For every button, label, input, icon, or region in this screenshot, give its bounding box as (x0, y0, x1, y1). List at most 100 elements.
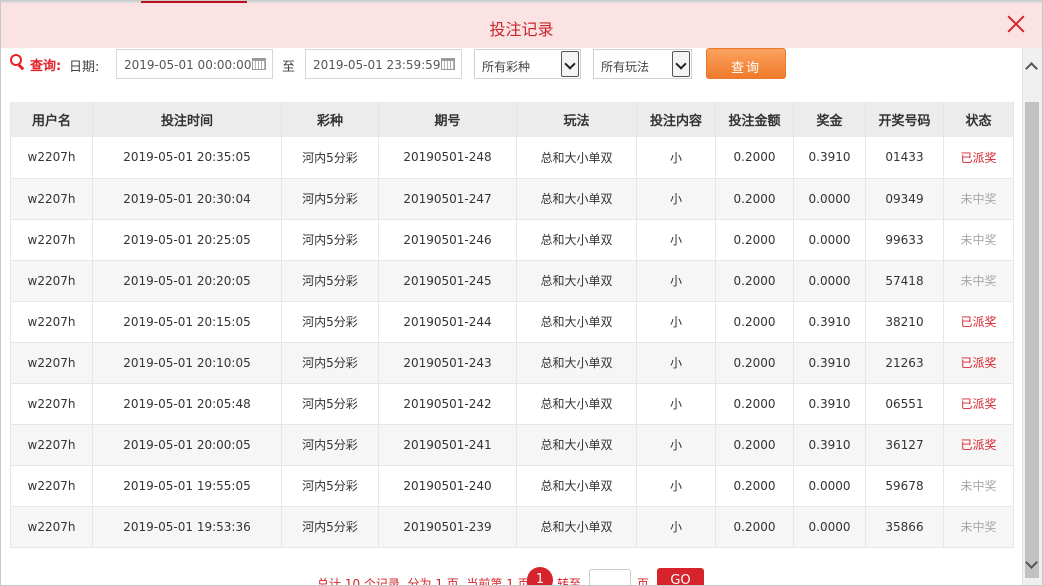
table-cell: 河内5分彩 (281, 465, 379, 507)
table-cell: 0.2000 (715, 260, 794, 302)
table-cell: w2207h (10, 424, 93, 466)
table-cell: 20190501-242 (378, 383, 517, 425)
table-cell: 20190501-241 (378, 424, 517, 466)
table-cell: 河内5分彩 (281, 301, 379, 343)
table-cell: 小 (636, 301, 716, 343)
status-cell: 未中奖 (943, 219, 1014, 261)
table-cell: 2019-05-01 20:05:48 (92, 383, 282, 425)
table-cell: 总和大小单双 (516, 424, 637, 466)
table-cell: w2207h (10, 260, 93, 302)
to-label: 至 (282, 60, 296, 75)
table-row: w2207h 2019-05-01 20:30:04 河内5分彩 20190501-2… (10, 178, 1014, 220)
close-icon[interactable] (1004, 12, 1028, 36)
table-cell: 总和大小单双 (516, 178, 637, 220)
bet-records-modal: 投注记录 查询: 日期: 2019-05-01 00:00:00 至 2019-… (0, 0, 1043, 586)
end-date-input[interactable]: 2019-05-01 23:59:59 (305, 49, 462, 79)
table-cell: 河内5分彩 (281, 424, 379, 466)
table-cell: 0.2000 (715, 301, 794, 343)
status-cell: 未中奖 (943, 260, 1014, 302)
table-cell: 河内5分彩 (281, 260, 379, 302)
date-label: 日期: (69, 60, 100, 75)
calendar-icon[interactable] (441, 58, 455, 70)
table-cell: 0.0000 (793, 506, 866, 548)
table-cell: w2207h (10, 383, 93, 425)
play-type-value: 所有玩法 (601, 60, 650, 74)
table-row: w2207h 2019-05-01 19:53:36 河内5分彩 20190501-2… (10, 506, 1014, 548)
table-cell: 0.0000 (793, 465, 866, 507)
table-cell: 09349 (865, 178, 944, 220)
table-cell: 河内5分彩 (281, 219, 379, 261)
table-cell: 0.2000 (715, 219, 794, 261)
table-cell: 总和大小单双 (516, 465, 637, 507)
table-row: w2207h 2019-05-01 20:00:05 河内5分彩 20190501-2… (10, 424, 1014, 466)
column-header: 玩法 (516, 102, 637, 137)
table-cell: 0.3910 (793, 424, 866, 466)
table-cell: 0.3910 (793, 383, 866, 425)
table-cell: 0.2000 (715, 342, 794, 384)
status-cell: 已派奖 (943, 137, 1014, 179)
table-cell: 0.2000 (715, 506, 794, 548)
table-cell: 小 (636, 383, 716, 425)
table-cell: 小 (636, 178, 716, 220)
table-cell: 20190501-248 (378, 137, 517, 179)
table-cell: w2207h (10, 342, 93, 384)
table-cell: 小 (636, 342, 716, 384)
lottery-type-select[interactable]: 所有彩种 (474, 49, 581, 79)
page-unit-label: 页 (637, 577, 650, 586)
column-header: 投注内容 (636, 102, 716, 137)
calendar-icon[interactable] (252, 58, 266, 70)
table-cell: w2207h (10, 137, 93, 179)
column-header: 投注时间 (92, 102, 282, 137)
table-cell: 99633 (865, 219, 944, 261)
table-cell: 20190501-239 (378, 506, 517, 548)
table-cell: 总和大小单双 (516, 383, 637, 425)
table-cell: w2207h (10, 465, 93, 507)
vertical-scrollbar[interactable] (1022, 48, 1042, 585)
table-cell: 小 (636, 260, 716, 302)
table-cell: 20190501-243 (378, 342, 517, 384)
table-cell: 0.3910 (793, 301, 866, 343)
status-cell: 未中奖 (943, 506, 1014, 548)
table-cell: 20190501-245 (378, 260, 517, 302)
table-header-row: 用户名 投注时间 彩种 期号 玩法 投注内容 投注金额 奖金 开奖号码 状态 (10, 102, 1014, 137)
scroll-up-icon[interactable] (1025, 62, 1038, 75)
scroll-thumb[interactable] (1025, 102, 1039, 578)
table-cell: 59678 (865, 465, 944, 507)
jump-page-input[interactable] (589, 569, 631, 585)
chevron-down-icon[interactable] (672, 51, 690, 77)
play-type-select[interactable]: 所有玩法 (593, 49, 692, 79)
table-cell: 0.2000 (715, 465, 794, 507)
query-label: 查询: (30, 59, 62, 74)
search-icon (10, 54, 26, 71)
page-1-button[interactable]: 1 (527, 567, 553, 585)
status-cell: 已派奖 (943, 301, 1014, 343)
table-cell: 36127 (865, 424, 944, 466)
table-cell: 2019-05-01 20:15:05 (92, 301, 282, 343)
column-header: 用户名 (10, 102, 93, 137)
table-cell: 2019-05-01 20:00:05 (92, 424, 282, 466)
column-header: 彩种 (281, 102, 379, 137)
table-cell: 0.3910 (793, 342, 866, 384)
start-date-input[interactable]: 2019-05-01 00:00:00 (116, 49, 273, 79)
table-cell: 21263 (865, 342, 944, 384)
go-button[interactable]: GO (657, 568, 704, 585)
table-row: w2207h 2019-05-01 20:15:05 河内5分彩 20190501-2… (10, 301, 1014, 343)
column-header: 奖金 (793, 102, 866, 137)
column-header: 状态 (943, 102, 1014, 137)
bet-records-table: 用户名 投注时间 彩种 期号 玩法 投注内容 投注金额 奖金 开奖号码 状态 w2207h 2019… (10, 102, 1014, 548)
table-row: w2207h 2019-05-01 20:10:05 河内5分彩 20190501-2… (10, 342, 1014, 384)
status-cell: 未中奖 (943, 465, 1014, 507)
table-cell: 小 (636, 465, 716, 507)
query-button[interactable]: 查询 (706, 48, 786, 79)
table-cell: 总和大小单双 (516, 506, 637, 548)
status-cell: 已派奖 (943, 383, 1014, 425)
table-cell: 小 (636, 424, 716, 466)
status-cell: 已派奖 (943, 424, 1014, 466)
table-cell: 河内5分彩 (281, 506, 379, 548)
status-cell: 已派奖 (943, 342, 1014, 384)
table-cell: 河内5分彩 (281, 383, 379, 425)
table-row: w2207h 2019-05-01 20:25:05 河内5分彩 20190501-2… (10, 219, 1014, 261)
table-cell: 河内5分彩 (281, 137, 379, 179)
chevron-down-icon[interactable] (561, 51, 579, 77)
table-cell: 2019-05-01 20:25:05 (92, 219, 282, 261)
